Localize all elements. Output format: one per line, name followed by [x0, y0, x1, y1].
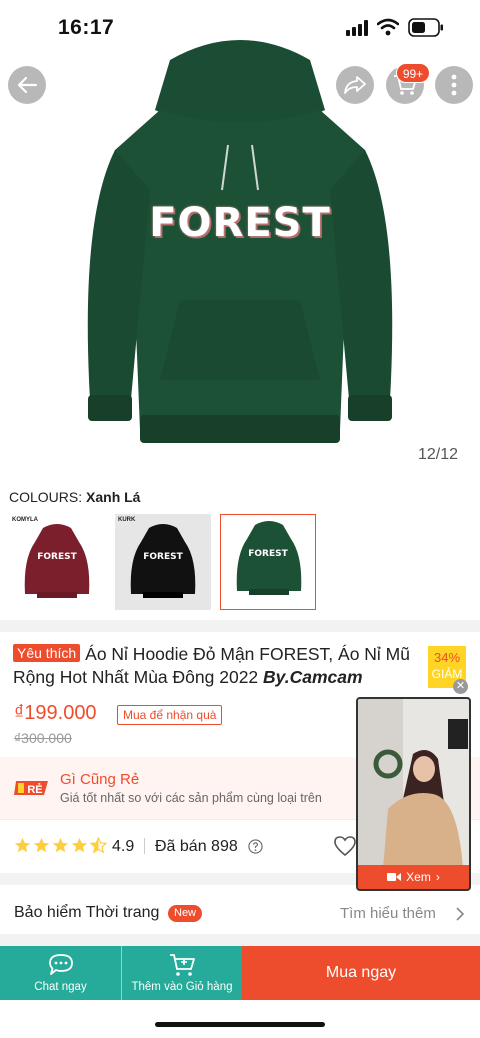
video-camera-icon [387, 873, 402, 881]
section-divider [0, 620, 480, 632]
discount-percent: 34% [433, 650, 461, 665]
add-to-cart-button[interactable]: Thêm vào Giỏ hàng [121, 946, 242, 1000]
chat-now-label: Chat ngay [34, 981, 87, 993]
gift-promo-chip[interactable]: Mua để nhận quà [117, 705, 223, 725]
more-options-button[interactable] [435, 66, 473, 104]
cart-count-badge: 99+ [396, 63, 430, 83]
star-icon [52, 837, 69, 853]
sold-count: Đã bán 898 [155, 838, 238, 855]
black-hoodie-image [130, 524, 196, 598]
product-brand: By.Camcam [263, 667, 363, 687]
video-play-label: Xem [406, 870, 431, 884]
rating-stars [14, 837, 107, 854]
back-button[interactable] [8, 66, 46, 104]
product-page: FOREST 12/12 16:17 99+ COLOURS: Xanh Lá … [0, 0, 480, 1038]
rating-separator [144, 838, 145, 854]
share-button[interactable] [336, 66, 374, 104]
star-icon [14, 837, 31, 853]
insurance-label[interactable]: Bảo hiểm Thời trang [14, 904, 159, 922]
add-to-cart-label: Thêm vào Giỏ hàng [131, 981, 233, 993]
chat-now-button[interactable]: Chat ngay [0, 946, 121, 1000]
product-title: Yêu thích Áo Nỉ Hoodie Đỏ Mận FOREST, Áo … [13, 643, 425, 689]
video-preview[interactable]: Xem › [356, 697, 471, 891]
colours-selected: Xanh Lá [86, 489, 141, 505]
battery-icon [408, 18, 443, 37]
learn-more-link[interactable]: Tìm hiểu thêm [340, 905, 436, 922]
heart-icon[interactable] [333, 835, 357, 857]
current-price: ₫199.000 [14, 702, 97, 724]
section-divider [0, 934, 480, 946]
cheap-deal-logo-icon: RẺ [14, 781, 48, 796]
video-close-button[interactable]: ✕ [453, 679, 468, 694]
variant-print: FOREST [248, 549, 288, 559]
favorite-tag: Yêu thích [13, 644, 81, 662]
half-star-icon [90, 837, 107, 854]
chat-icon [48, 954, 73, 975]
chevron-right-icon[interactable] [455, 906, 465, 922]
cheap-deal-title: Gì Cũng Rẻ [60, 771, 140, 788]
more-vertical-icon [451, 74, 457, 96]
image-counter: 12/12 [418, 446, 459, 463]
buy-now-button[interactable]: Mua ngay [242, 946, 480, 1000]
variant-print: FOREST [37, 552, 77, 562]
new-badge: New [168, 905, 203, 922]
variant-brand: KURK [118, 517, 136, 523]
colours-label: COLOURS: Xanh Lá [9, 489, 140, 505]
status-time: 16:17 [58, 16, 115, 39]
variant-brand: KOMYLA [12, 517, 38, 523]
star-icon [33, 837, 50, 853]
maroon-hoodie-image [24, 524, 90, 598]
add-to-cart-icon [170, 954, 195, 976]
variant-print: FOREST [143, 552, 183, 562]
wifi-icon [377, 18, 399, 36]
status-bar: 16:17 [0, 0, 480, 58]
star-icon [71, 837, 88, 853]
bottom-action-bar: Chat ngay Thêm vào Giỏ hàng Mua ngay [0, 946, 480, 1000]
colours-title: COLOURS: [9, 489, 83, 505]
variant-thumbnail-black[interactable]: KURK FOREST [115, 514, 211, 610]
green-hoodie-image [236, 521, 302, 595]
video-thumbnail [358, 699, 469, 869]
variant-thumbnail-green[interactable]: FOREST [220, 514, 316, 610]
video-play-bar[interactable]: Xem › [358, 865, 469, 889]
cheap-logo-text: RẺ [27, 783, 42, 796]
hoodie-print-text: FOREST [149, 200, 331, 246]
chevron-right-icon: › [435, 870, 440, 884]
original-price: ₫300.000 [14, 730, 72, 746]
arrow-left-icon [17, 76, 38, 94]
variant-thumbnail-maroon[interactable]: KOMYLA FOREST [9, 514, 105, 610]
share-icon [344, 76, 366, 94]
rating-value: 4.9 [112, 838, 135, 855]
signal-icon [346, 20, 368, 36]
help-icon[interactable] [248, 839, 263, 854]
home-indicator [155, 1022, 325, 1027]
cheap-deal-subtitle: Giá tốt nhất so với các sản phẩm cùng lo… [60, 791, 322, 805]
